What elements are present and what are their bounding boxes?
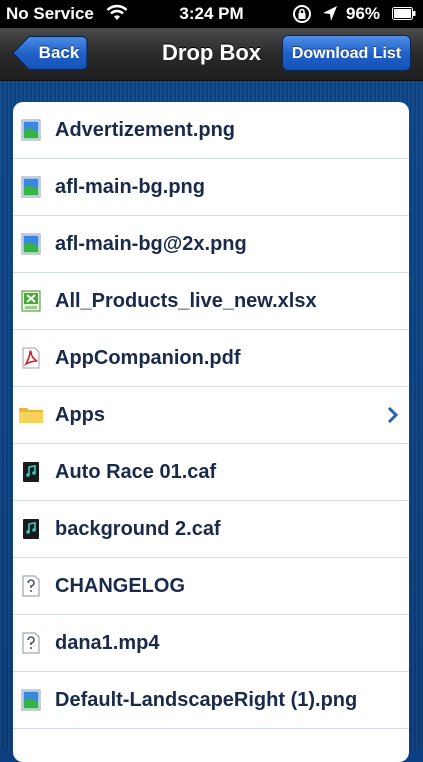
- spreadsheet-file-icon: [21, 290, 41, 312]
- list-item[interactable]: AppCompanion.pdf: [13, 330, 409, 387]
- image-file-icon: [21, 119, 41, 141]
- image-file-icon: [21, 233, 41, 255]
- file-name: Default-LandscapeRight (1).png: [55, 689, 358, 711]
- file-name: Apps: [55, 404, 105, 426]
- file-name: All_Products_live_new.xlsx: [55, 290, 317, 312]
- file-name: CHANGELOG: [55, 575, 185, 597]
- chevron-right-icon: [387, 406, 399, 424]
- battery-icon: [392, 7, 416, 20]
- image-file-icon: [21, 689, 41, 711]
- file-name: afl-main-bg.png: [55, 176, 205, 198]
- list-item[interactable]: background 2.caf: [13, 501, 409, 558]
- list-item[interactable]: Default-LandscapeRight (1).png: [13, 672, 409, 729]
- list-item[interactable]: All_Products_live_new.xlsx: [13, 273, 409, 330]
- file-list: Advertizement.png afl-main-bg.png afl-ma…: [13, 102, 409, 762]
- pdf-file-icon: [22, 347, 40, 369]
- audio-file-icon: [23, 519, 39, 539]
- list-item[interactable]: afl-main-bg.png: [13, 159, 409, 216]
- image-file-icon: [21, 176, 41, 198]
- list-item[interactable]: Advertizement.png: [13, 102, 409, 159]
- file-name: dana1.mp4: [55, 632, 160, 654]
- file-name: background 2.caf: [55, 518, 221, 540]
- folder-icon: [19, 408, 43, 423]
- file-name: Advertizement.png: [55, 119, 236, 141]
- navigation-bar: Back Drop Box Download List: [0, 28, 423, 81]
- status-bar: No Service 3:24 PM 96%: [0, 0, 423, 28]
- list-item[interactable]: afl-main-bg@2x.png: [13, 216, 409, 273]
- rotation-lock-icon: [293, 5, 311, 23]
- location-icon: [323, 6, 337, 21]
- audio-file-icon: [23, 462, 39, 482]
- battery-percent: 96%: [346, 4, 381, 23]
- unknown-file-icon: [22, 575, 40, 597]
- file-name: AppCompanion.pdf: [55, 347, 241, 369]
- list-item[interactable]: Auto Race 01.caf: [13, 444, 409, 501]
- download-list-button[interactable]: Download List: [282, 35, 411, 71]
- list-item[interactable]: Apps: [13, 387, 409, 444]
- list-item[interactable]: dana1.mp4: [13, 615, 409, 672]
- file-name: Auto Race 01.caf: [55, 461, 217, 483]
- list-item[interactable]: CHANGELOG: [13, 558, 409, 615]
- file-name: afl-main-bg@2x.png: [55, 233, 247, 255]
- unknown-file-icon: [22, 632, 40, 654]
